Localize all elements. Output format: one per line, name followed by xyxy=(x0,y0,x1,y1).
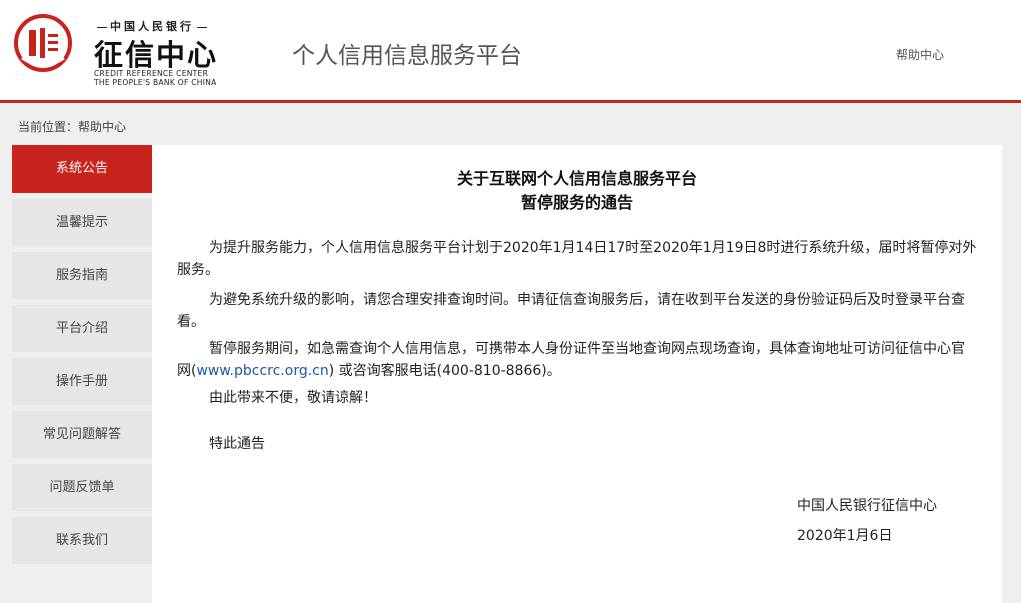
notice-paragraph-5: 特此通告 xyxy=(209,436,265,452)
sidebar-item-faq[interactable]: 常见问题解答 xyxy=(12,411,152,458)
logo-main-text: 征信中心 xyxy=(94,38,219,72)
notice-paragraph-3-text-b: ) 或咨询客服电话(400-810-8866)。 xyxy=(328,363,561,379)
sidebar-item-tips[interactable]: 温馨提示 xyxy=(12,199,152,246)
sidebar-item-feedback[interactable]: 问题反馈单 xyxy=(12,464,152,511)
notice-title: 关于互联网个人信用信息服务平台 暂停服务的通告 xyxy=(152,167,1002,215)
sidebar-item-contact[interactable]: 联系我们 xyxy=(12,517,152,564)
logo[interactable]: 中国人民银行 征信中心 CREDIT REFERENCE CENTER THE … xyxy=(14,10,229,90)
notice-paragraph-2: 为避免系统升级的影响，请您合理安排查询时间。申请征信查询服务后，请在收到平台发送… xyxy=(177,292,965,330)
sidebar-item-service-guide[interactable]: 服务指南 xyxy=(12,252,152,299)
notice-paragraph-3: 暂停服务期间，如急需查询个人信用信息，可携带本人身份证件至当地查询网点现场查询，… xyxy=(177,338,977,382)
notice-title-line1: 关于互联网个人信用信息服务平台 xyxy=(456,169,697,188)
sidebar-item-platform-intro[interactable]: 平台介绍 xyxy=(12,305,152,352)
notice-title-line2: 暂停服务的通告 xyxy=(520,193,633,212)
logo-english-line2: THE PEOPLE'S BANK OF CHINA xyxy=(94,78,217,87)
pbccrc-website-link[interactable]: www.pbccrc.org.cn xyxy=(196,363,328,379)
notice-panel: 关于互联网个人信用信息服务平台 暂停服务的通告 为提升服务能力，个人信用信息服务… xyxy=(152,145,1002,603)
notice-paragraph-1: 为提升服务能力，个人信用信息服务平台计划于2020年1月14日17时至2020年… xyxy=(177,240,977,278)
breadcrumb: 当前位置：帮助中心 xyxy=(18,120,127,134)
logo-english-line1: CREDIT REFERENCE CENTER xyxy=(94,69,209,78)
sidebar-item-system-notice[interactable]: 系统公告 xyxy=(12,145,152,193)
header-divider xyxy=(0,100,1021,103)
pbc-seal-icon xyxy=(14,14,72,72)
platform-title: 个人信用信息服务平台 xyxy=(292,43,522,69)
sidebar-item-manual[interactable]: 操作手册 xyxy=(12,358,152,405)
header: 中国人民银行 征信中心 CREDIT REFERENCE CENTER THE … xyxy=(0,0,1021,100)
help-center-link[interactable]: 帮助中心 xyxy=(896,46,944,63)
sidebar: 系统公告 温馨提示 服务指南 平台介绍 操作手册 常见问题解答 问题反馈单 联系… xyxy=(12,145,152,570)
notice-paragraph-4: 由此带来不便，敬请谅解！ xyxy=(209,390,377,406)
notice-signer: 中国人民银行征信中心 xyxy=(797,498,937,514)
notice-date: 2020年1月6日 xyxy=(797,528,893,544)
